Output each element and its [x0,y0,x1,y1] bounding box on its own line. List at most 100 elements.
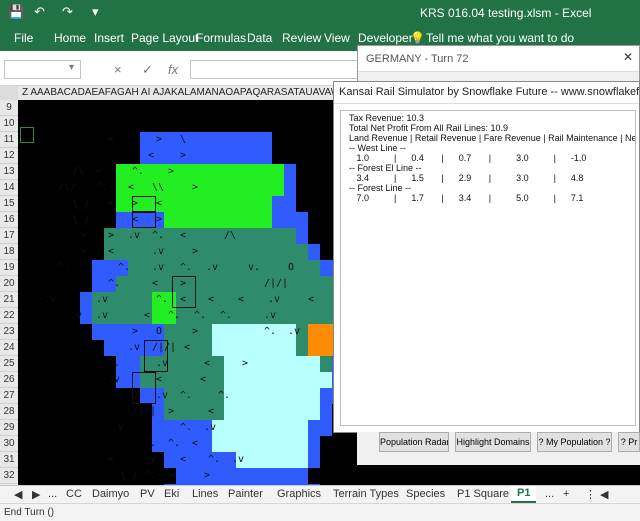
map-cell[interactable] [260,388,272,404]
map-cell[interactable] [164,228,176,244]
map-cell[interactable] [104,340,116,356]
row-header[interactable]: 9 [0,100,18,116]
sheet-tab-eki[interactable]: Eki [164,488,179,500]
map-cell[interactable] [308,436,320,452]
map-cell[interactable] [248,340,260,356]
map-cell[interactable] [236,260,248,276]
map-cell[interactable] [212,468,224,484]
save-icon[interactable]: 💾 [8,4,24,20]
map-cell[interactable] [296,212,308,228]
map-cell[interactable] [248,436,260,452]
row-header[interactable]: 14 [0,180,18,196]
map-cell[interactable] [260,244,272,260]
map-cell[interactable] [224,244,236,260]
map-cell[interactable] [236,372,248,388]
map-cell[interactable] [284,404,296,420]
map-cell[interactable] [200,436,212,452]
map-cell[interactable] [188,404,200,420]
map-cell[interactable] [212,180,224,196]
map-cell[interactable] [248,164,260,180]
map-cell[interactable] [248,452,260,468]
map-cell[interactable] [212,372,224,388]
map-cell[interactable] [320,308,332,324]
map-cell[interactable] [320,420,332,436]
map-cell[interactable] [176,180,188,196]
scroll-right-icon[interactable]: ▶ [32,488,40,501]
sheet-tab-p1-square[interactable]: P1 Square [457,488,509,500]
map-cell[interactable] [200,180,212,196]
formula-input[interactable] [190,60,358,79]
map-cell[interactable] [260,228,272,244]
map-cell[interactable] [236,388,248,404]
hscroll-left-icon[interactable]: ◀ [600,488,608,501]
map-cell[interactable] [200,196,212,212]
row-header[interactable]: 10 [0,116,18,132]
map-cell[interactable] [224,180,236,196]
add-sheet-icon[interactable]: + [563,488,569,500]
map-cell[interactable] [128,292,140,308]
map-cell[interactable] [272,452,284,468]
map-cell[interactable] [212,244,224,260]
row-header[interactable]: 26 [0,372,18,388]
map-cell[interactable] [176,164,188,180]
map-cell[interactable] [296,420,308,436]
map-cell[interactable] [128,244,140,260]
map-cell[interactable] [116,228,128,244]
map-cell[interactable] [92,260,104,276]
sheet-tab-pv[interactable]: PV [140,488,155,500]
map-cell[interactable] [188,372,200,388]
map-cell[interactable] [188,228,200,244]
map-cell[interactable] [224,372,236,388]
map-cell[interactable] [308,372,320,388]
redo-icon[interactable]: ↷ [62,4,73,20]
highlight-domains-button[interactable]: Highlight Domains [455,432,531,452]
map-cell[interactable] [200,244,212,260]
map-cell[interactable] [200,132,212,148]
map-cell[interactable] [176,196,188,212]
row-header[interactable]: 24 [0,340,18,356]
map-cell[interactable] [92,324,104,340]
map-cell[interactable] [236,244,248,260]
map-cell[interactable] [212,228,224,244]
row-header[interactable]: 12 [0,148,18,164]
map-cell[interactable] [284,212,296,228]
map-cell[interactable] [188,452,200,468]
tab-formulas[interactable]: Formulas [196,31,246,45]
map-cell[interactable] [260,468,272,484]
row-header[interactable]: 22 [0,308,18,324]
map-cell[interactable] [224,340,236,356]
map-cell[interactable] [92,276,104,292]
map-cell[interactable] [188,132,200,148]
map-cell[interactable] [284,452,296,468]
map-cell[interactable] [224,468,236,484]
map-cell[interactable] [248,372,260,388]
map-cell[interactable] [320,260,332,276]
map-cell[interactable] [272,372,284,388]
map-cell[interactable] [296,388,308,404]
map-cell[interactable] [188,148,200,164]
map-cell[interactable] [284,228,296,244]
row-header[interactable]: 11 [0,132,18,148]
map-cell[interactable] [308,356,320,372]
row-header[interactable]: 20 [0,276,18,292]
map-cell[interactable] [248,244,260,260]
tab-developer[interactable]: Developer [358,31,413,45]
map-cell[interactable] [260,356,272,372]
map-cell[interactable] [296,404,308,420]
map-cell[interactable] [224,260,236,276]
map-cell[interactable] [236,180,248,196]
map-cell[interactable] [284,164,296,180]
map-cell[interactable] [116,308,128,324]
map-cell[interactable] [272,468,284,484]
map-cell[interactable] [296,276,308,292]
map-cell[interactable] [248,148,260,164]
map-cell[interactable] [224,196,236,212]
map-cell[interactable] [140,292,152,308]
active-cell[interactable] [20,127,34,143]
map-cell[interactable] [140,244,152,260]
map-cell[interactable] [308,420,320,436]
map-cell[interactable] [284,356,296,372]
map-cell[interactable] [212,132,224,148]
map-cell[interactable] [116,180,128,196]
map-cell[interactable] [260,260,272,276]
